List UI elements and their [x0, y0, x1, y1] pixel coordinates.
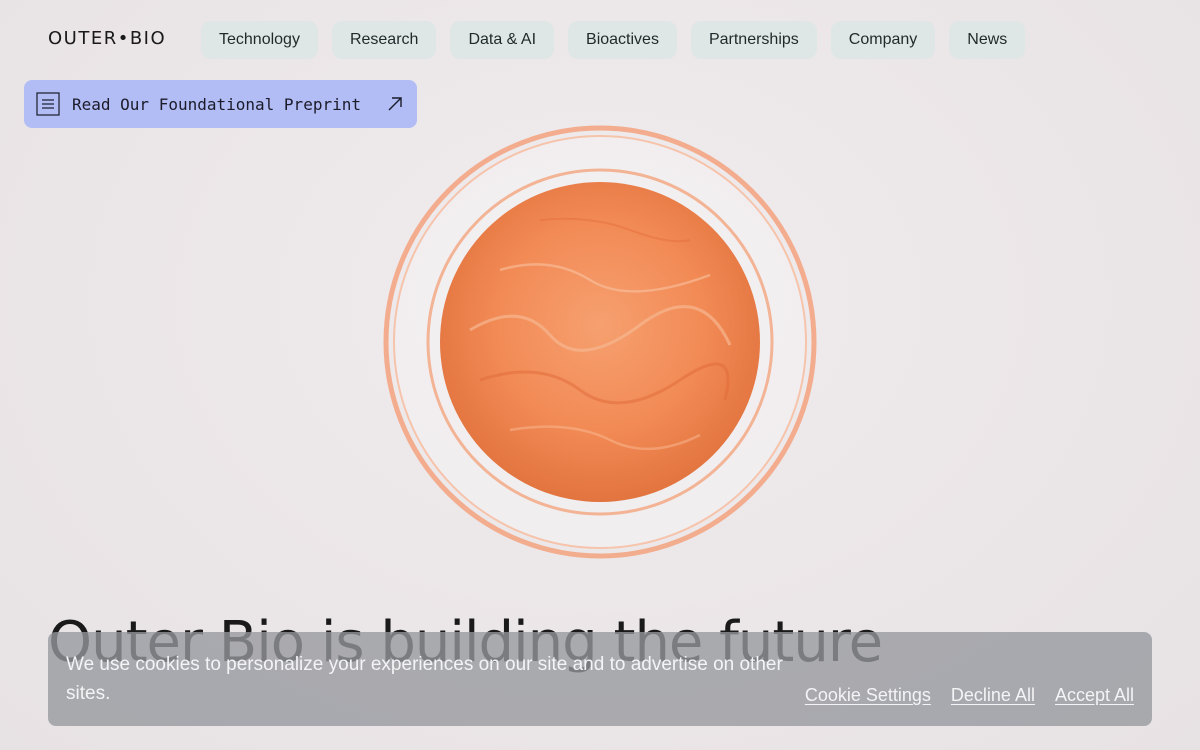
document-icon	[36, 92, 60, 116]
accept-all-link[interactable]: Accept All	[1055, 685, 1134, 706]
cookie-message: We use cookies to personalize your exper…	[66, 654, 783, 704]
preprint-banner-link[interactable]: Read Our Foundational Preprint	[24, 80, 417, 128]
nav-data-ai[interactable]: Data & AI	[450, 21, 555, 59]
cookie-settings-link[interactable]: Cookie Settings	[805, 685, 931, 706]
decline-all-link[interactable]: Decline All	[951, 685, 1035, 706]
arrow-up-right-icon	[388, 97, 402, 111]
nav-research[interactable]: Research	[331, 21, 437, 59]
logo[interactable]: OUTER•BIO	[48, 28, 166, 49]
nav-company[interactable]: Company	[830, 21, 936, 59]
cookie-actions: Cookie Settings Decline All Accept All	[805, 685, 1134, 706]
nav-technology[interactable]: Technology	[201, 21, 318, 59]
nav-news[interactable]: News	[949, 21, 1026, 59]
cookie-banner: We use cookies to personalize your exper…	[48, 632, 1152, 726]
main-nav: Technology Research Data & AI Bioactives…	[201, 21, 1026, 59]
preprint-label: Read Our Foundational Preprint	[72, 94, 361, 114]
nav-partnerships[interactable]: Partnerships	[690, 21, 817, 59]
nav-bioactives[interactable]: Bioactives	[568, 21, 677, 59]
hero-petri-dish-image	[383, 125, 817, 559]
